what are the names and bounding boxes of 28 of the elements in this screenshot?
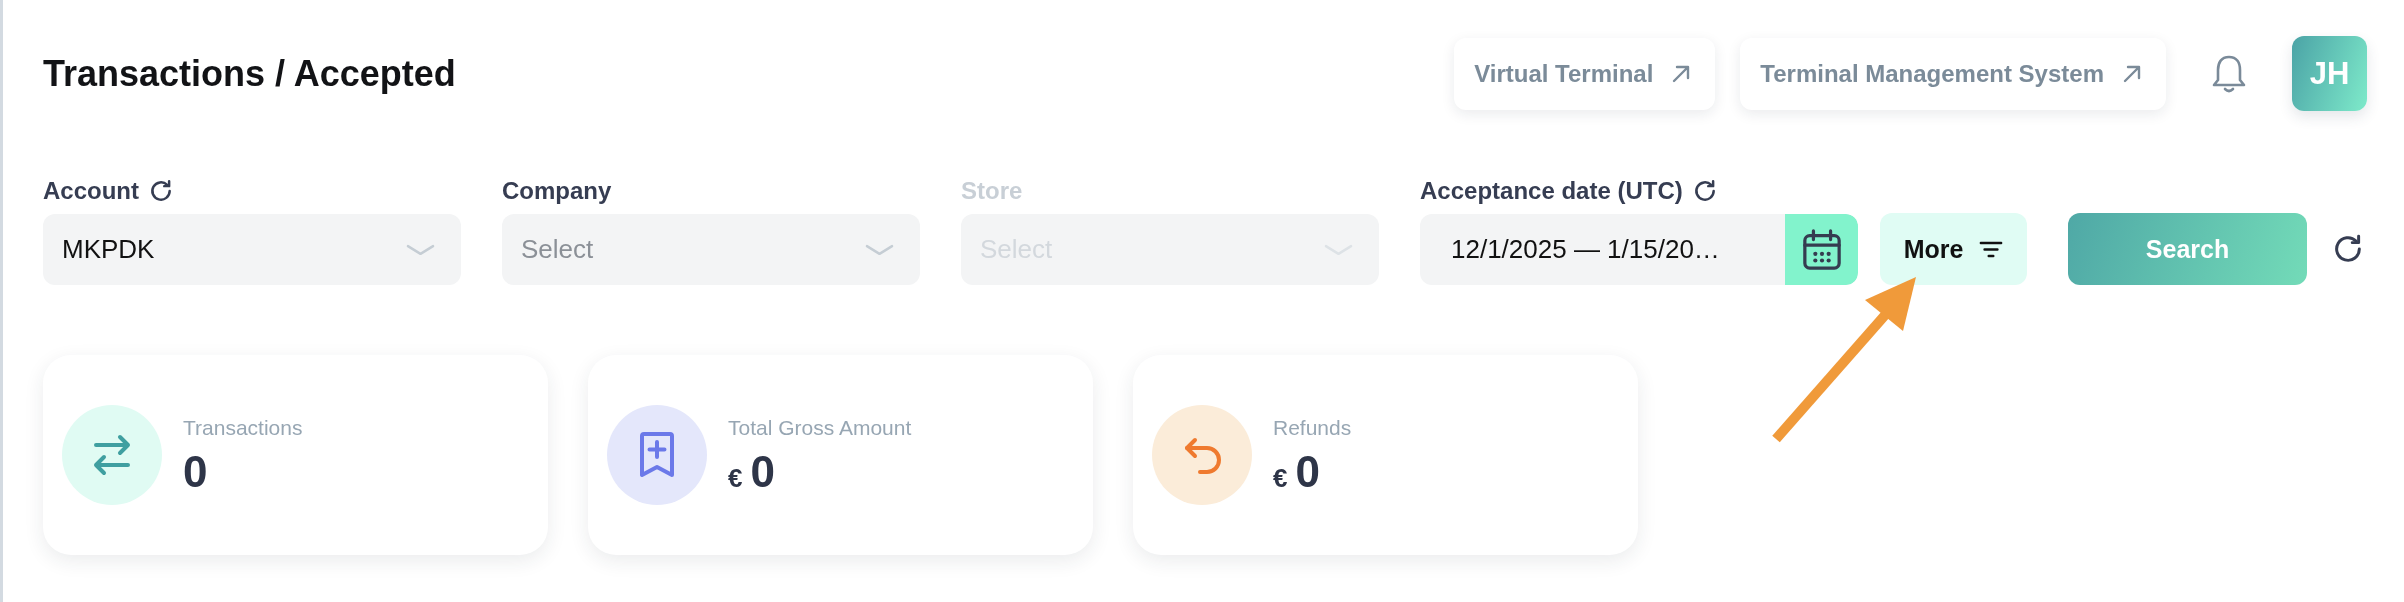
stat-label: Transactions: [183, 416, 303, 440]
chevron-down-icon: [865, 243, 894, 256]
currency-symbol: €: [1273, 463, 1288, 494]
field-label: Acceptance date (UTC): [1420, 177, 1683, 205]
bookmark-plus-icon: [607, 405, 707, 505]
dropdown-field[interactable]: Select: [502, 214, 920, 285]
user-avatar[interactable]: JH: [2292, 36, 2367, 111]
field-label: Account: [43, 177, 139, 205]
calendar-icon: [1801, 228, 1842, 271]
calendar-button[interactable]: [1785, 214, 1858, 285]
reload-icon[interactable]: [148, 178, 174, 204]
page-title: Transactions / Accepted: [43, 52, 456, 95]
swap-arrows-icon: [62, 405, 162, 505]
chevron-down-icon: [406, 243, 435, 256]
stat-label: Total Gross Amount: [728, 416, 912, 440]
filter-icon: [1979, 240, 2004, 258]
date-range-field[interactable]: 12/1/2025 — 1/15/20…: [1420, 214, 1858, 285]
dropdown-field[interactable]: MKPDK: [43, 214, 461, 285]
search-button[interactable]: Search: [2068, 213, 2307, 285]
stat-value: 0: [1295, 450, 1320, 494]
field-label: Company: [502, 177, 612, 205]
currency-symbol: €: [728, 463, 743, 494]
stat-value: 0: [183, 450, 208, 494]
stat-value: 0: [750, 450, 775, 494]
more-filters-button[interactable]: More: [1880, 213, 2027, 285]
external-link-button[interactable]: Virtual Terminal: [1454, 37, 1716, 110]
stat-label: Refunds: [1273, 416, 1352, 440]
external-link-button[interactable]: Terminal Management System: [1740, 37, 2166, 110]
